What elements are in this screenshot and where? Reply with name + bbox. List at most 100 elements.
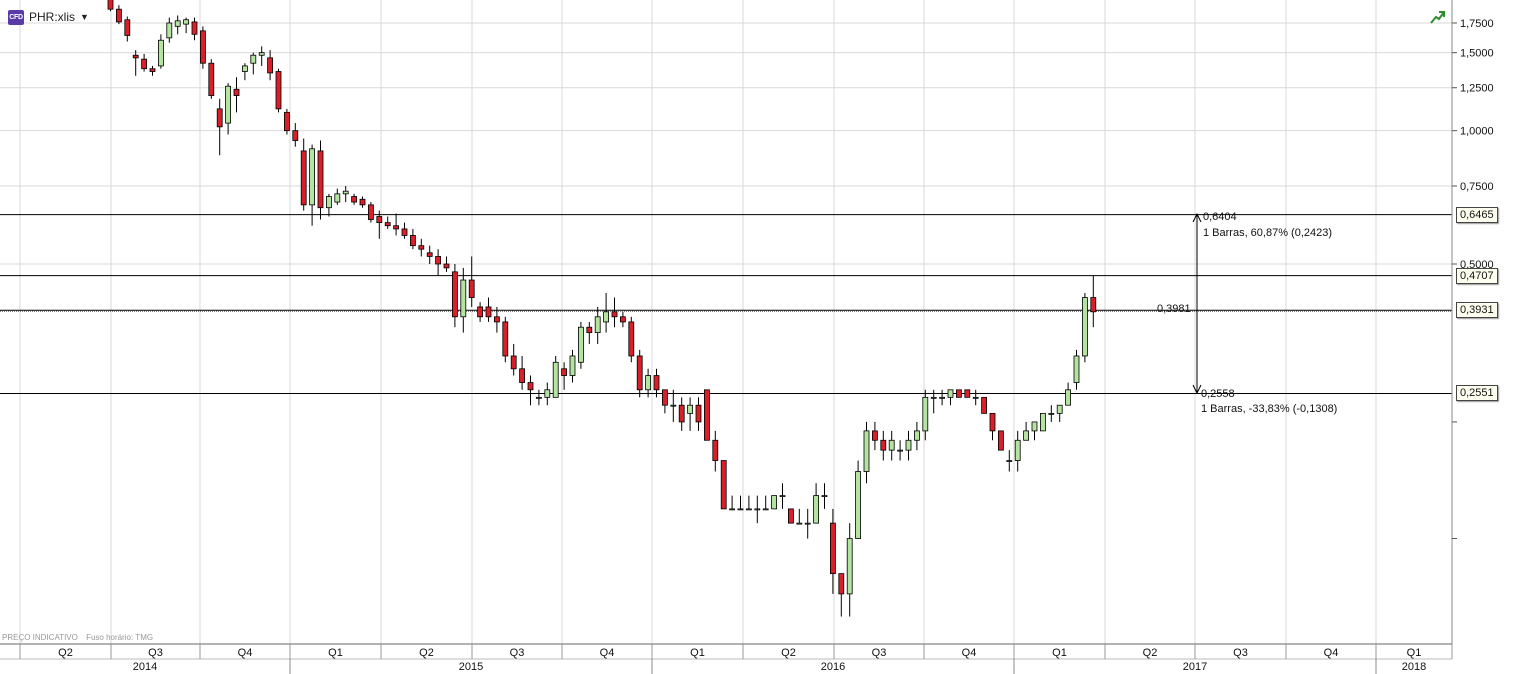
candles — [107, 0, 1097, 617]
candle — [451, 264, 458, 328]
candle — [250, 52, 257, 75]
year-label: 2016 — [821, 661, 845, 673]
candle — [241, 63, 248, 81]
candle-body-down — [233, 88, 240, 96]
candle — [216, 98, 223, 156]
candle-body-up — [1040, 412, 1046, 432]
candle — [947, 389, 954, 406]
candle-body-down — [662, 389, 668, 406]
candle — [401, 222, 408, 239]
candle — [662, 389, 668, 414]
price-chart[interactable]: 0,6404 1 Barras, 60,87% (0,2423) 0,3981 … — [0, 0, 1533, 674]
candle-body-down — [477, 306, 484, 318]
footer-note: PREÇO INDICATIVO Fuso horário: TMG — [2, 633, 153, 642]
candle-body-down — [830, 522, 836, 575]
candle-body-down — [493, 316, 500, 323]
candle — [435, 249, 442, 276]
candle — [821, 483, 828, 509]
candle — [888, 430, 895, 461]
quarter-label: Q4 — [1324, 647, 1339, 659]
candle-body-down — [628, 321, 635, 357]
candle-body-down — [989, 412, 996, 432]
candle-body-up — [1006, 460, 1013, 462]
y-tick-label: 0,7500 — [1460, 181, 1494, 193]
candle — [393, 213, 400, 236]
candle — [157, 34, 164, 69]
candle-body-up — [157, 39, 164, 67]
candle-body-up — [779, 495, 786, 498]
candle — [914, 421, 920, 451]
candle — [569, 349, 576, 383]
candle — [418, 238, 425, 257]
candle-body-down — [964, 389, 971, 398]
candle-body-up — [250, 54, 257, 64]
candle — [1040, 412, 1046, 432]
quarter-label: Q2 — [419, 647, 434, 659]
candle — [603, 293, 609, 333]
candle — [536, 389, 542, 406]
candle — [628, 316, 635, 363]
candle-body-up — [1056, 404, 1063, 414]
candle — [132, 50, 139, 76]
candle — [989, 412, 996, 441]
candle-body-down — [132, 54, 139, 59]
candle — [880, 430, 887, 461]
candle-body-down — [468, 279, 475, 298]
candle-body-up — [603, 311, 609, 323]
candle-body-up — [342, 190, 349, 195]
candle — [846, 523, 853, 617]
candle-body-down — [519, 368, 525, 383]
quarter-label: Q4 — [962, 647, 977, 659]
candle-body-up — [863, 430, 870, 472]
candle-body-up — [855, 471, 861, 539]
candle-body-down — [443, 263, 450, 269]
candle-body-down — [199, 30, 206, 64]
symbol-selector[interactable]: CFD PHR:xlis ▼ — [8, 8, 89, 26]
candle — [367, 202, 374, 223]
candle-body-down — [283, 111, 290, 132]
candle-body-down — [611, 311, 618, 318]
trend-up-icon[interactable] — [1430, 9, 1446, 25]
quarter-label: Q3 — [148, 647, 163, 659]
candle-body-up — [1014, 439, 1021, 461]
candle — [712, 430, 719, 472]
candle-body-up — [1031, 421, 1038, 432]
candle-body-down — [451, 271, 458, 318]
quarter-label: Q1 — [328, 647, 343, 659]
candle-body-down — [704, 389, 710, 441]
candle — [863, 421, 870, 484]
quarter-label: Q2 — [58, 647, 73, 659]
candle-body-up — [670, 404, 677, 407]
measure-upper-stats: 1 Barras, 60,87% (0,2423) — [1203, 227, 1332, 239]
candle-body-down — [317, 150, 324, 209]
candle-body-up — [552, 361, 559, 398]
candle-body-down — [216, 108, 223, 128]
price-tag: 0,2551 — [1456, 385, 1498, 402]
quarter-label: Q3 — [510, 647, 525, 659]
measure-tool[interactable]: 0,6404 1 Barras, 60,87% (0,2423) 0,3981 … — [1157, 211, 1337, 415]
candle — [1090, 275, 1097, 328]
candle-body-up — [334, 193, 341, 203]
chevron-down-icon[interactable]: ▼ — [80, 12, 89, 22]
candle — [174, 15, 181, 35]
candle-body-up — [897, 449, 903, 452]
measure-upper-value: 0,6404 — [1203, 211, 1237, 223]
measure-lower-value: 0,2558 — [1201, 388, 1235, 400]
candle — [1056, 404, 1063, 422]
candle-body-down — [880, 439, 887, 451]
candle-body-up — [687, 404, 693, 414]
candle — [804, 508, 811, 539]
candle-body-down — [1090, 297, 1097, 313]
candle-body-down — [359, 198, 366, 206]
candle-body-up — [183, 19, 190, 25]
y-axis[interactable]: 1,75001,50001,25001,00000,75000,5000 — [1451, 0, 1494, 644]
candle — [998, 430, 1004, 451]
x-axis[interactable]: Q2 Q3 Q4 Q1 Q2 Q3 Q4 Q1 Q2 Q3 Q4 Q1 Q2 Q3 Q4 Q1 2014 2015… — [0, 643, 1453, 674]
horizontal-lines[interactable] — [0, 214, 1452, 394]
quarter-label: Q1 — [690, 647, 705, 659]
y-tick-label: 1,0000 — [1460, 126, 1494, 138]
candle-body-up — [930, 396, 937, 399]
candle — [1006, 450, 1013, 472]
candle — [342, 185, 349, 203]
candle-body-up — [888, 439, 895, 451]
